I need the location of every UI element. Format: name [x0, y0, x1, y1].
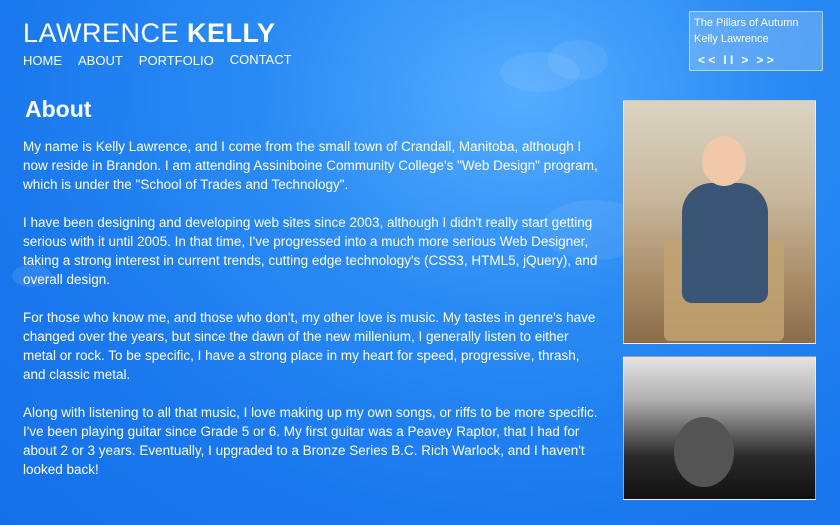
face-shape: [674, 417, 734, 487]
logo-first-name: LAWRENCE: [23, 18, 180, 48]
site-logo[interactable]: LAWRENCE KELLY: [23, 18, 276, 48]
paragraph: Along with listening to all that music, …: [23, 405, 598, 477]
nav-contact[interactable]: CONTACT: [230, 52, 292, 68]
next-button[interactable]: > >: [756, 52, 773, 68]
main-nav: HOME ABOUT PORTFOLIO CONTACT: [23, 52, 292, 68]
previous-button[interactable]: < <: [698, 52, 715, 68]
baby-body-shape: [682, 183, 768, 303]
background-cloud: [548, 40, 608, 80]
paragraph: For those who know me, and those who don…: [23, 310, 596, 382]
nav-about[interactable]: ABOUT: [78, 53, 123, 68]
logo-last-name: KELLY: [187, 18, 276, 48]
photo-baby: [623, 100, 816, 344]
player-controls: < < I I > > >: [698, 52, 774, 68]
baby-face-shape: [702, 136, 746, 186]
paragraph: I have been designing and developing web…: [23, 215, 598, 287]
player-track-title: The Pillars of Autumn: [694, 17, 799, 29]
player-artist: Kelly Lawrence: [694, 33, 769, 45]
photo-guitarist: [623, 356, 816, 500]
paragraph: My name is Kelly Lawrence, and I come fr…: [23, 139, 598, 192]
nav-portfolio[interactable]: PORTFOLIO: [139, 53, 214, 68]
play-button[interactable]: >: [741, 52, 748, 68]
nav-home[interactable]: HOME: [23, 53, 62, 68]
page-title: About: [25, 96, 92, 122]
pause-button[interactable]: I I: [723, 52, 733, 68]
about-content: My name is Kelly Lawrence, and I come fr…: [23, 137, 603, 498]
music-player: The Pillars of Autumn Kelly Lawrence < <…: [689, 11, 823, 71]
